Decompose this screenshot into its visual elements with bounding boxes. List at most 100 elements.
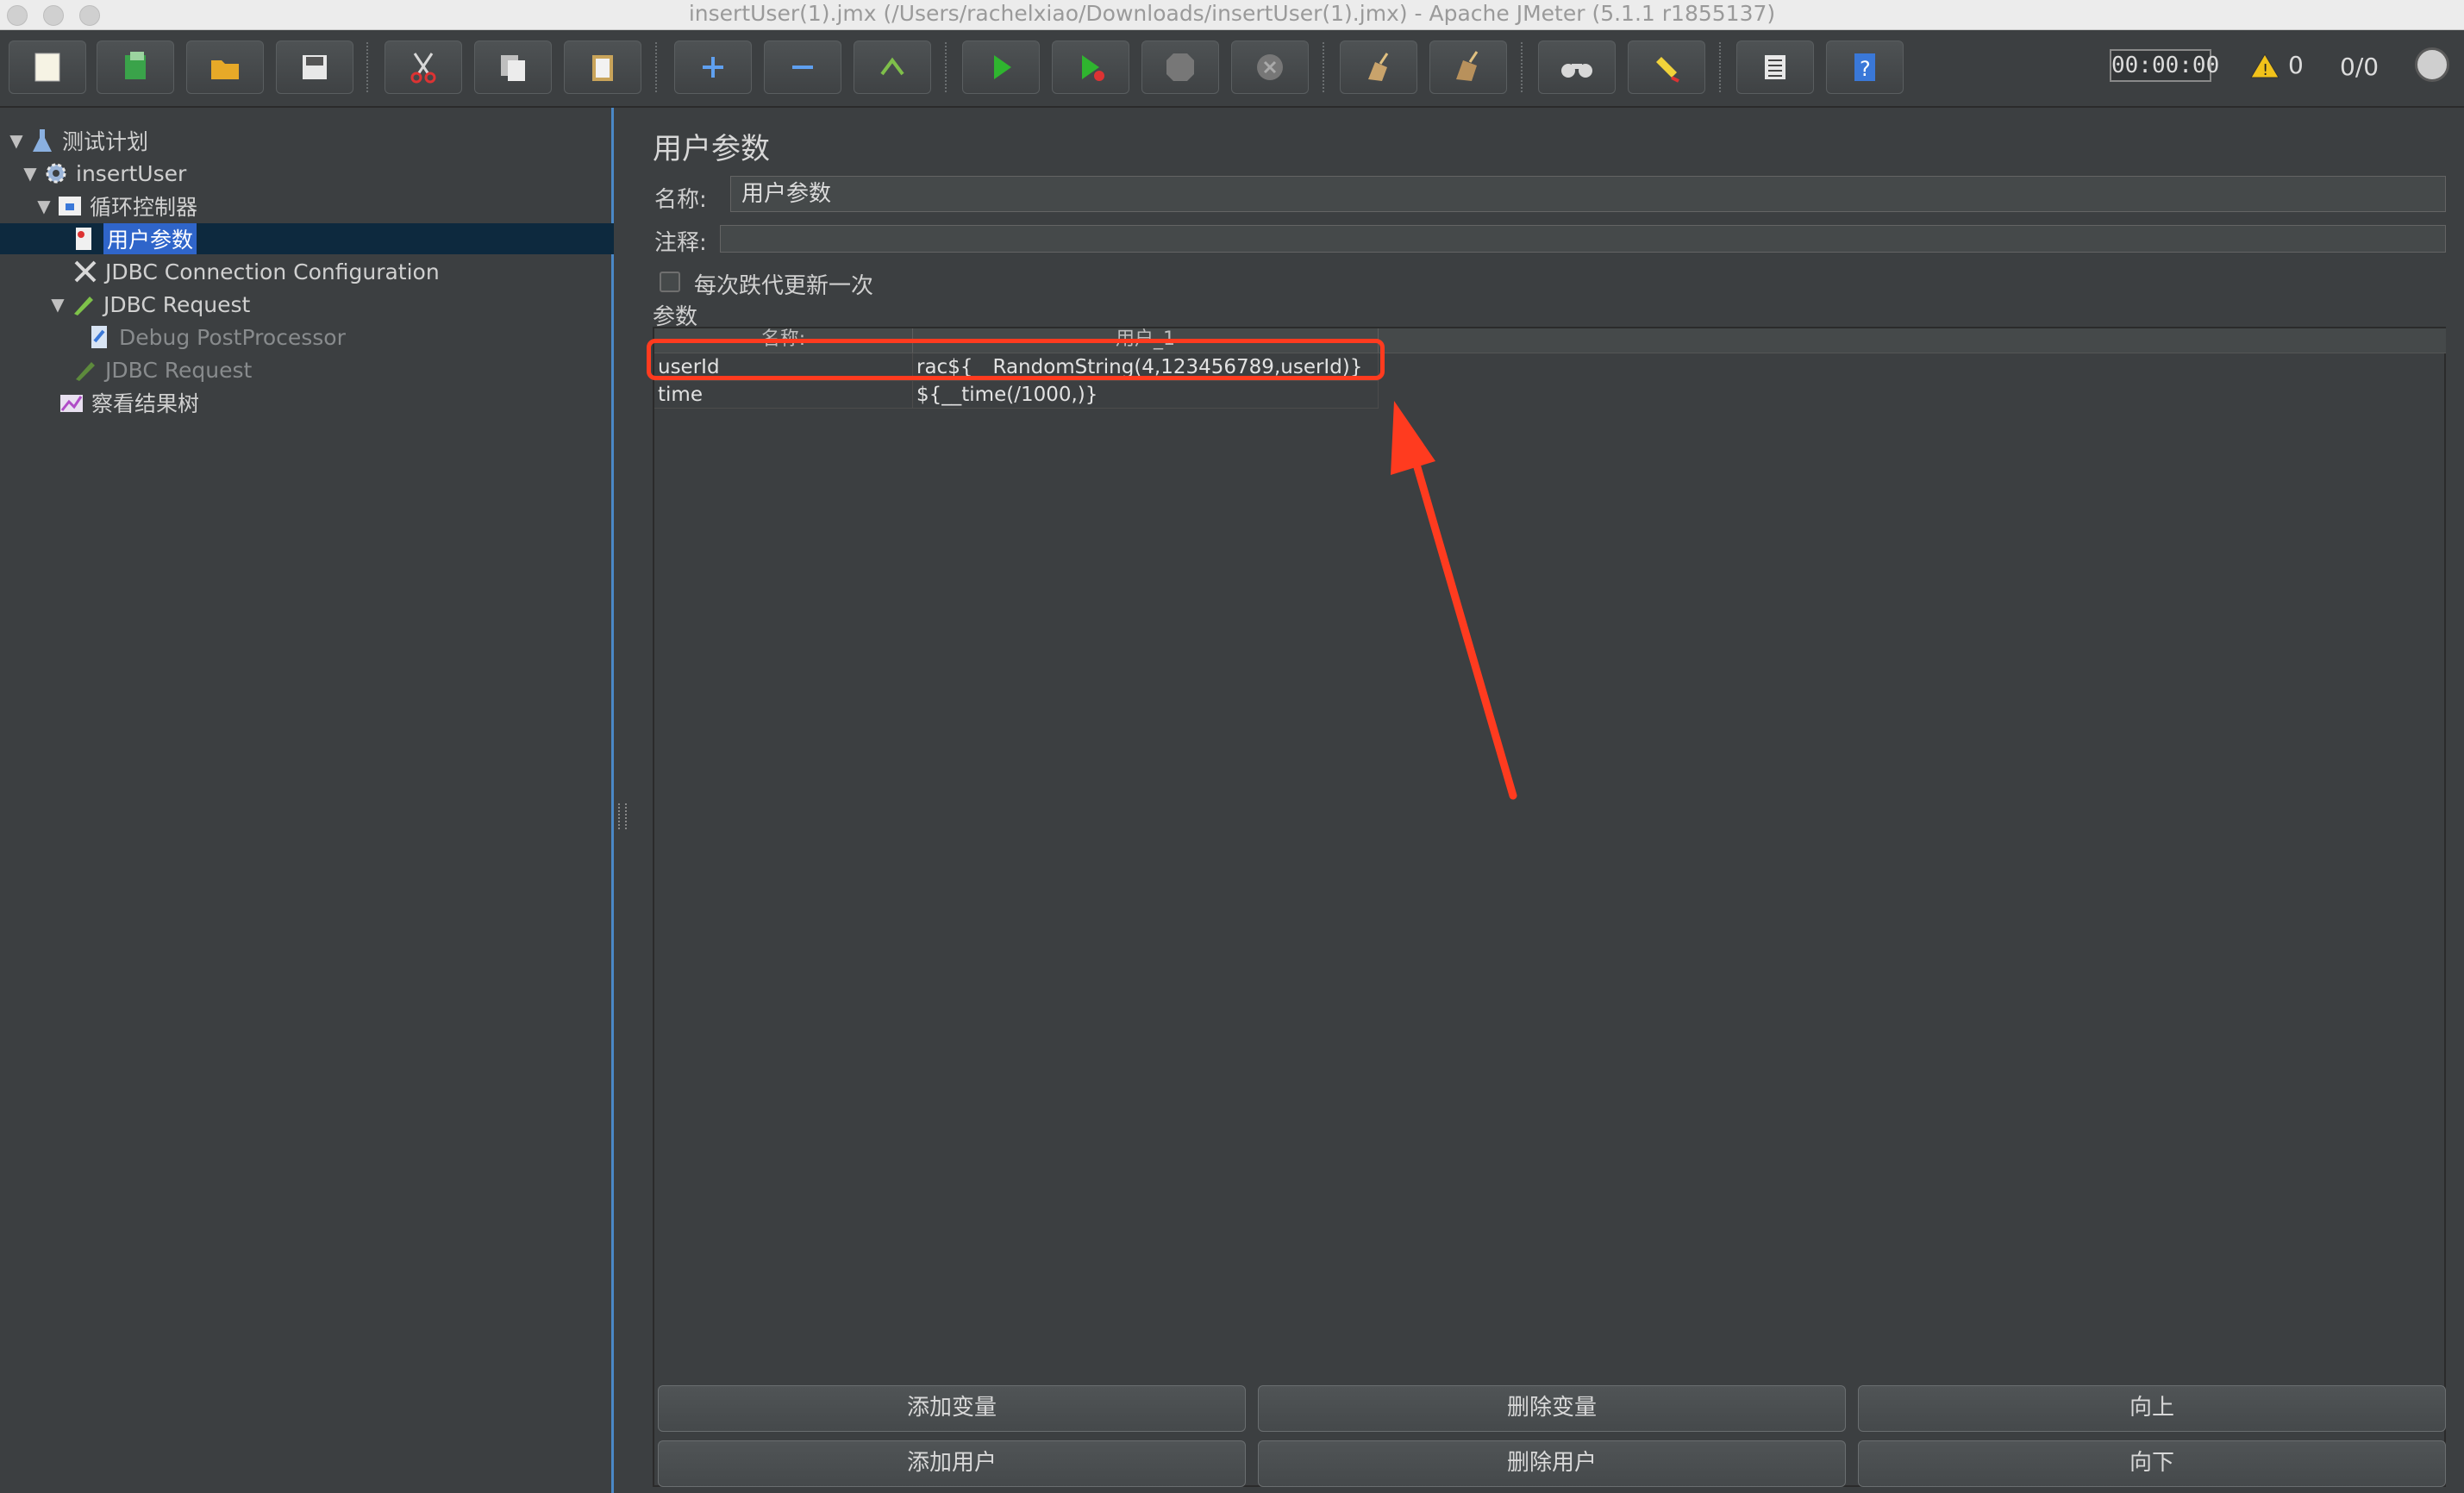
warning-indicator[interactable]: ! 0 [2250,51,2304,79]
expand-arrow-icon[interactable]: ▼ [34,196,53,216]
test-plan-icon [29,128,55,153]
tree-item-test-plan[interactable]: ▼ 测试计划 [7,125,148,156]
minus-icon [792,66,813,69]
new-document-icon [34,53,60,82]
pen-icon [72,357,98,383]
minimize-window-button[interactable] [43,5,64,26]
active-threads: 0/0 [2340,53,2380,81]
copy-icon [501,55,525,81]
function-list-icon [1765,55,1785,79]
reset-search-button[interactable] [1628,41,1705,94]
copy-button[interactable] [474,41,552,94]
window-controls [7,5,100,26]
test-plan-tree: ▼ 测试计划 ▼ insertUser ▼ 循环控制器 用户参数 JDBC Co… [0,108,614,1493]
function-helper-button[interactable] [1736,41,1814,94]
delete-user-button[interactable]: 删除用户 [1258,1440,1846,1487]
scissors-icon [410,53,436,84]
reset-search-icon [1656,57,1679,83]
pen-icon [71,291,97,317]
update-once-checkbox[interactable] [660,272,680,292]
stop-button[interactable] [1141,41,1219,94]
annotation-highlight-box [647,339,1385,380]
parameters-table[interactable]: 名称: 用户_1 userId rac${__RandomString(4,12… [653,327,2446,1487]
cut-button[interactable] [385,41,462,94]
splitter-grip-icon[interactable] [618,803,627,829]
save-button[interactable] [276,41,353,94]
toolbar: ? 00:00:00 ! 0 0/0 [0,30,2464,108]
tree-item-thread-group[interactable]: ▼ insertUser [21,158,186,189]
user-parameters-icon [71,226,97,252]
wrench-icon [72,259,98,284]
tree-item-label: Debug PostProcessor [119,324,346,350]
remote-engines-icon[interactable] [2415,47,2449,82]
tree-item-label: JDBC Request [105,357,253,383]
tree-item-user-parameters[interactable]: 用户参数 [0,223,614,254]
tree-item-loop-controller[interactable]: ▼ 循环控制器 [34,191,197,222]
move-down-button[interactable]: 向下 [1858,1440,2446,1487]
tree-item-view-results-tree[interactable]: 察看结果树 [55,387,199,418]
search-button[interactable] [1538,41,1616,94]
new-button[interactable] [9,41,86,94]
expand-all-button[interactable] [674,41,752,94]
panel-title: 用户参数 [653,132,770,166]
paste-button[interactable] [564,41,641,94]
elapsed-timer: 00:00:00 [2110,49,2219,82]
svg-text:?: ? [1860,57,1871,81]
paste-icon [592,55,613,81]
close-window-button[interactable] [7,5,28,26]
update-once-label: 每次跌代更新一次 [694,273,874,299]
help-button[interactable]: ? [1826,41,1904,94]
svg-text:!: ! [2262,61,2268,78]
templates-button[interactable] [97,41,174,94]
debug-icon [86,324,112,350]
clear-button[interactable] [1340,41,1417,94]
start-button[interactable] [962,41,1040,94]
tree-item-debug-postprocessor[interactable]: Debug PostProcessor [83,322,346,353]
delete-variable-button[interactable]: 删除变量 [1258,1385,1846,1432]
window-title-bar: insertUser(1).jmx (/Users/rachelxiao/Dow… [0,0,2464,30]
name-field[interactable]: 用户参数 [730,176,2446,212]
toggle-icon [880,57,904,76]
binoculars-icon [1561,64,1592,78]
comment-field[interactable] [720,225,2446,253]
tree-item-label: 循环控制器 [90,195,198,220]
open-button[interactable] [186,41,264,94]
broom-all-icon [1456,51,1479,81]
add-variable-button[interactable]: 添加变量 [658,1385,1246,1432]
tree-item-jdbc-connection[interactable]: JDBC Connection Configuration [69,256,440,287]
panel-splitter[interactable] [615,108,632,1493]
save-icon [303,55,327,79]
comment-label: 注释: [654,230,707,256]
collapse-all-button[interactable] [764,41,841,94]
start-no-pauses-button[interactable] [1052,41,1129,94]
warning-icon: ! [2250,53,2280,78]
tree-item-label: 测试计划 [62,129,149,154]
annotation-arrow-icon [1391,401,1517,800]
add-user-button[interactable]: 添加用户 [658,1440,1246,1487]
plus-icon [703,57,723,78]
zoom-window-button[interactable] [79,5,100,26]
table-cell-name[interactable]: time [654,381,913,409]
clear-all-button[interactable] [1429,41,1507,94]
tree-item-label: JDBC Connection Configuration [105,259,440,284]
name-label: 名称: [654,187,707,213]
toggle-button[interactable] [854,41,931,94]
tree-item-label: insertUser [76,160,187,186]
broom-icon [1368,53,1389,81]
tree-item-jdbc-request-disabled[interactable]: JDBC Request [69,354,252,385]
tree-item-label: 用户参数 [103,223,197,254]
tree-item-jdbc-request[interactable]: ▼ JDBC Request [48,289,250,320]
loop-controller-icon [57,193,83,219]
move-up-button[interactable]: 向上 [1858,1385,2446,1432]
shutdown-button[interactable] [1231,41,1309,94]
expand-arrow-icon[interactable]: ▼ [7,130,26,151]
chart-icon [59,390,84,415]
expand-arrow-icon[interactable]: ▼ [21,163,40,184]
stop-icon [1166,53,1194,81]
tree-item-label: JDBC Request [103,291,251,317]
expand-arrow-icon[interactable]: ▼ [48,294,67,315]
user-parameters-panel: 用户参数 名称: 用户参数 注释: 每次跌代更新一次 参数 名称: 用户_1 u… [634,108,2464,1493]
shutdown-icon [1257,54,1283,80]
window-title: insertUser(1).jmx (/Users/rachelxiao/Dow… [688,1,1776,26]
table-cell-value[interactable]: ${__time(/1000,)} [913,381,1379,409]
